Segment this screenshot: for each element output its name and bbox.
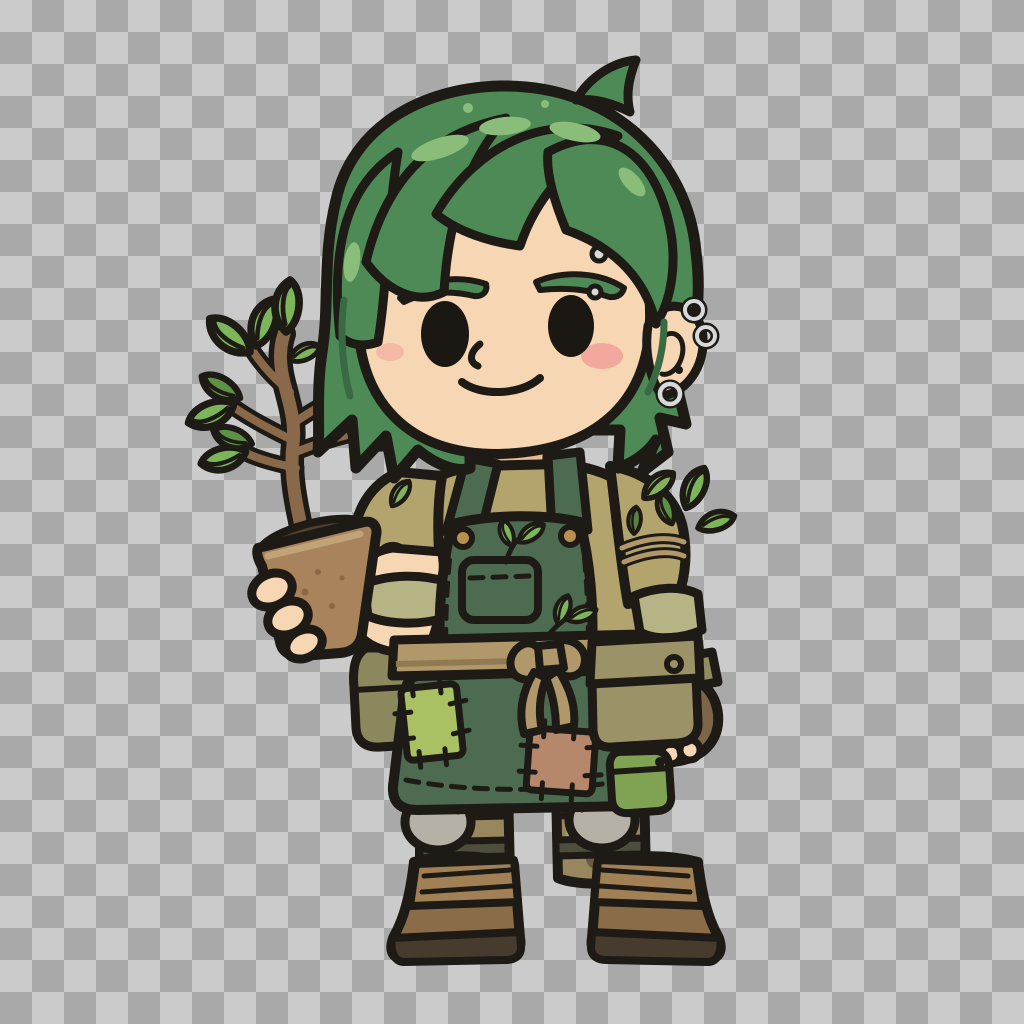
leaf [203, 309, 255, 364]
eye-right [548, 295, 594, 357]
character-illustration: Cartoon chibi gardener character with gr… [0, 0, 1024, 1024]
leaf [696, 509, 736, 532]
chest-pocket [462, 560, 538, 620]
knot-tail [521, 672, 546, 734]
strap-button [561, 527, 579, 545]
pouch-button [655, 757, 665, 767]
boot-sole [392, 932, 522, 962]
boot-sole [591, 932, 721, 962]
boot-right [591, 856, 721, 962]
transparent-checkerboard-background: Cartoon chibi gardener character with gr… [0, 0, 1024, 1024]
boot-left [391, 856, 521, 962]
eye-left [421, 301, 469, 367]
pouch-right [590, 636, 700, 747]
leaf [673, 464, 715, 511]
eyebrow-piercing-stud [589, 286, 601, 298]
pouch-small-green [610, 751, 671, 813]
pouch-flap [590, 636, 700, 684]
strap-button [454, 529, 472, 547]
